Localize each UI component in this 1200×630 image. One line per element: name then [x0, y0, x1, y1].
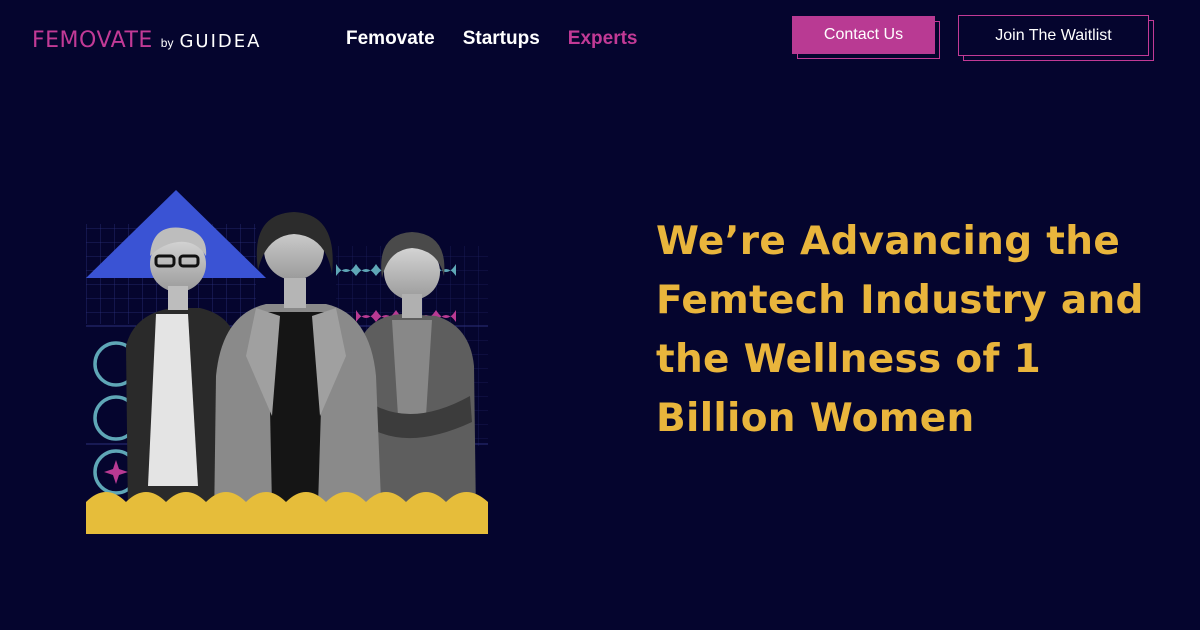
hero-illustration: [86, 190, 488, 534]
logo-femovate: FEMOVATE: [32, 28, 153, 53]
contact-us-button[interactable]: Contact Us: [792, 16, 935, 54]
nav-femovate[interactable]: Femovate: [346, 28, 435, 50]
page: FEMOVATE by GUIDEA Femovate Startups Exp…: [0, 0, 1200, 630]
logo-guidea: GUIDEA: [179, 31, 262, 52]
hero-headline: We’re Advancing the Femtech Industry and…: [656, 219, 1144, 441]
waitlist-button-wrapper: Join The Waitlist: [958, 15, 1156, 63]
brand-logo[interactable]: FEMOVATE by GUIDEA: [32, 28, 261, 53]
main-nav: Femovate Startups Experts: [346, 28, 637, 50]
logo-by: by: [160, 36, 174, 50]
join-waitlist-button[interactable]: Join The Waitlist: [958, 15, 1149, 56]
nav-experts[interactable]: Experts: [568, 28, 638, 50]
contact-button-wrapper: Contact Us: [792, 16, 942, 61]
sparkle-icon: [104, 460, 128, 484]
nav-startups[interactable]: Startups: [463, 28, 540, 50]
